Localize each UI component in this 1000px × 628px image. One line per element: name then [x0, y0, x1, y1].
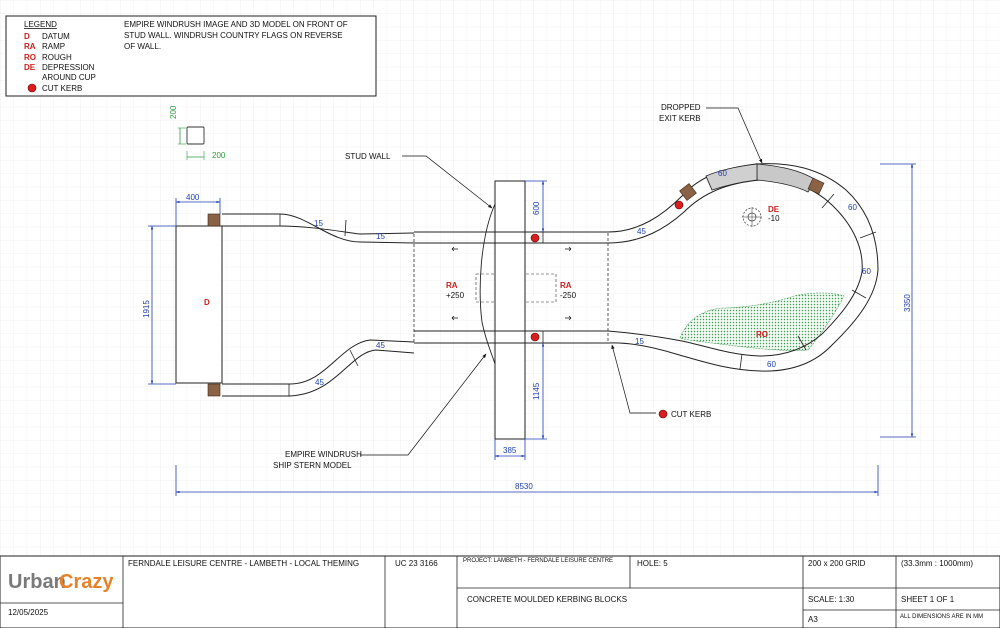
ship-model-callout-line-1: EMPIRE WINDRUSH: [285, 450, 362, 459]
dim-400-label: 400: [186, 193, 200, 202]
legend: LEGEND D DATUM RA RAMP RO ROUGH DE DEPRE…: [5, 15, 377, 97]
dim-1915-label: 1915: [142, 300, 151, 318]
depression-value: -10: [768, 214, 780, 223]
drawing-scale: SCALE: 1:30: [808, 595, 855, 604]
kerb-size-label: 15: [376, 232, 385, 241]
dim-385-label: 385: [503, 446, 517, 455]
legend-label-cut-kerb: CUT KERB: [42, 84, 82, 93]
cut-kerb-symbol-icon: [27, 83, 37, 93]
rough-label: RO: [756, 330, 768, 339]
logo-crazy-text: Crazy: [59, 571, 114, 593]
cut-kerb-callout: CUT KERB: [671, 410, 711, 419]
dim-1145-label: 1145: [532, 382, 541, 400]
kerb-size-label: 45: [637, 227, 646, 236]
units-note: ALL DIMENSIONS ARE IN MM: [900, 614, 983, 620]
block-width-label: 200: [212, 151, 226, 160]
legend-note-line-1: EMPIRE WINDRUSH IMAGE AND 3D MODEL ON FR…: [124, 20, 348, 29]
depression-label: DE: [768, 205, 780, 214]
legend-label-depression: DEPRESSION: [42, 63, 95, 72]
legend-label-datum: DATUM: [42, 32, 70, 41]
cut-kerb-marker: [530, 332, 540, 342]
drawing-description: CONCRETE MOULDED KERBING BLOCKS: [467, 595, 627, 604]
ship-model-callout-line-2: SHIP STERN MODEL: [273, 461, 352, 470]
dim-8530-label: 8530: [515, 482, 533, 491]
kerb-size-label: 60: [767, 360, 776, 369]
datum-pad: [175, 225, 223, 384]
hole-number: HOLE: 5: [637, 559, 668, 568]
drawing-reference: UC 23 3166: [395, 559, 438, 568]
dropped-exit-kerb-callout-line-2: EXIT KERB: [659, 114, 701, 123]
cut-kerb-callout-icon: [658, 409, 668, 419]
sheet-number: SHEET 1 OF 1: [901, 595, 955, 604]
legend-code-rough: RO: [24, 53, 36, 62]
legend-note-line-2: STUD WALL. WINDRUSH COUNTRY FLAGS ON REV…: [124, 31, 343, 40]
stud-wall: [494, 180, 526, 440]
ramp-left-label: RA: [446, 281, 458, 290]
brown-kerb-block: [207, 213, 221, 227]
brown-kerb-block: [207, 383, 221, 397]
kerb-size-label: 60: [862, 267, 871, 276]
dropped-exit-kerb-callout-line-1: DROPPED: [661, 103, 701, 112]
grid-size: 200 x 200 GRID: [808, 559, 866, 568]
legend-note-line-3: OF WALL.: [124, 42, 161, 51]
block-height-label: 200: [169, 105, 178, 119]
kerb-size-label: 60: [718, 169, 727, 178]
kerb-size-label: 45: [315, 378, 324, 387]
legend-title: LEGEND: [24, 20, 57, 29]
scale-ratio: (33.3mm : 1000mm): [901, 559, 973, 568]
title-block: Urban Crazy 12/05/2025 FERNDALE LEISURE …: [0, 555, 1000, 628]
drawing-date: 12/05/2025: [8, 608, 49, 617]
cut-kerb-marker: [530, 233, 540, 243]
legend-code-ramp: RA: [24, 42, 36, 51]
legend-code-depression: DE: [24, 63, 36, 72]
datum-label: D: [204, 298, 210, 307]
legend-label-ramp: RAMP: [42, 42, 65, 51]
dim-600-label: 600: [532, 201, 541, 215]
paper-size: A3: [808, 615, 818, 624]
ramp-right-label: RA: [560, 281, 572, 290]
stud-wall-callout: STUD WALL: [345, 152, 391, 161]
ramp-right-value: -250: [560, 291, 577, 300]
kerb-size-label: 15: [314, 219, 323, 228]
legend-label-rough: ROUGH: [42, 53, 72, 62]
legend-label-around-cup: AROUND CUP: [42, 73, 96, 82]
drawing-sheet: LEGEND D DATUM RA RAMP RO ROUGH DE DEPRE…: [0, 0, 1000, 628]
kerb-size-label: 60: [848, 203, 857, 212]
dim-3350-label: 3350: [903, 294, 912, 312]
logo-urban-text: Urban: [8, 571, 66, 593]
legend-code-datum: D: [24, 32, 30, 41]
project-name: PROJECT: LAMBETH - FERNDALE LEISURE CENT…: [463, 558, 613, 564]
kerb-size-label: 15: [635, 337, 644, 346]
site-name: FERNDALE LEISURE CENTRE - LAMBETH - LOCA…: [128, 559, 359, 568]
cut-kerb-marker: [674, 200, 684, 210]
company-logo: Urban Crazy: [8, 571, 114, 593]
ramp-left-value: +250: [446, 291, 465, 300]
kerb-size-label: 45: [376, 341, 385, 350]
